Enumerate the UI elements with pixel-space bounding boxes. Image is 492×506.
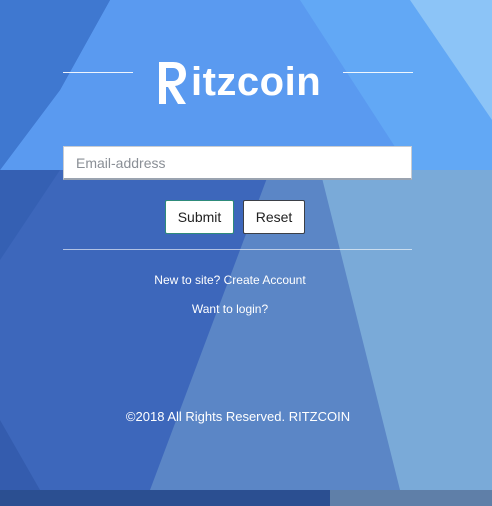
login-link[interactable]: Want to login? [192, 302, 268, 316]
submit-button[interactable]: Submit [165, 200, 234, 234]
create-account-row: New to site? Create Account [0, 273, 460, 287]
email-input[interactable] [63, 146, 412, 180]
create-account-link[interactable]: New to site? Create Account [154, 273, 305, 287]
logo-divider-left [63, 72, 133, 73]
login-row: Want to login? [0, 302, 460, 316]
brand-logo: itzcoin [155, 54, 323, 110]
logo-divider-right [343, 72, 413, 73]
copyright-text: ©2018 All Rights Reserved. RITZCOIN [125, 409, 351, 424]
logo-r-icon [159, 62, 186, 104]
form-divider [63, 249, 412, 250]
reset-button[interactable]: Reset [243, 200, 305, 234]
logo-text: itzcoin [191, 60, 322, 104]
